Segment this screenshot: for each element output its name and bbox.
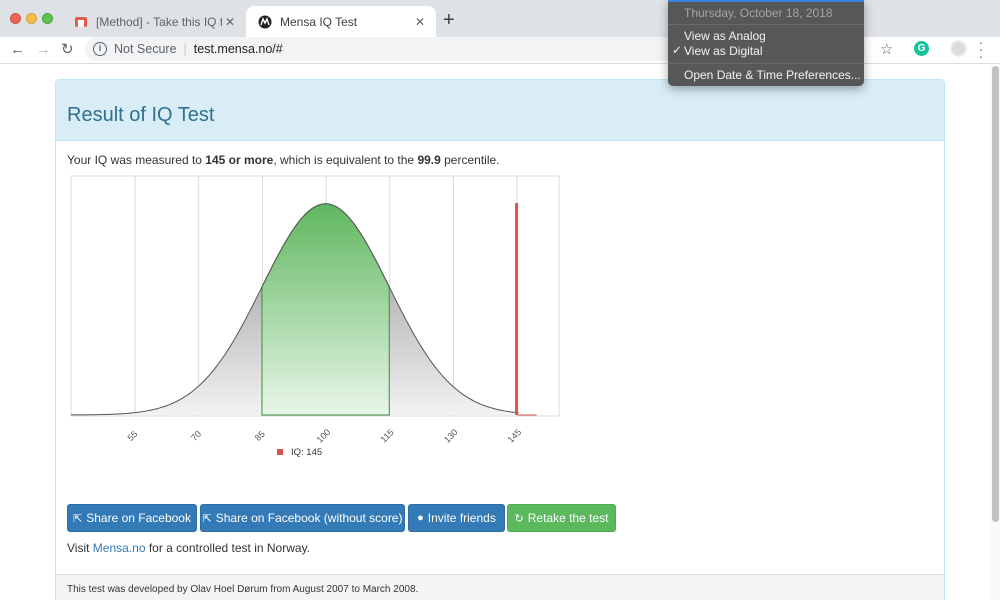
panel-footer: This test was developed by Olav Hoel Dør… xyxy=(56,574,944,600)
share-facebook-noscore-button[interactable]: ⇱ Share on Facebook (without score) xyxy=(200,504,405,532)
result-prefix: Your IQ was measured to xyxy=(67,153,206,167)
browser-menu-icon[interactable]: · · · xyxy=(978,35,984,63)
minimize-window-button[interactable] xyxy=(26,13,37,24)
omnibox-separator: | xyxy=(183,42,187,56)
share-icon: ⇱ xyxy=(202,512,212,525)
invite-friends-label: Invite friends xyxy=(427,511,496,525)
tab-title: [Method] - Take this IQ test an xyxy=(96,14,222,29)
x-tick-label: 145 xyxy=(506,427,524,445)
visit-prefix: Visit xyxy=(67,541,93,555)
x-tick-label: 55 xyxy=(125,429,139,443)
iq-marker-bar xyxy=(515,203,519,415)
percentile-value: 99.9 xyxy=(417,153,441,167)
menu-item-date-time-preferences[interactable]: Open Date & Time Preferences... xyxy=(684,68,861,82)
user-icon: ● xyxy=(417,512,424,524)
iq-distribution-chart: 55 70 85 100 115 130 145 IQ: 145 xyxy=(70,175,560,458)
tab-mensa[interactable]: Mensa IQ Test ✕ xyxy=(246,6,436,37)
zoom-window-button[interactable] xyxy=(42,13,53,24)
refresh-icon: ↻ xyxy=(514,512,524,525)
tab-method[interactable]: [Method] - Take this IQ test an ✕ xyxy=(62,6,246,37)
share-facebook-label: Share on Facebook xyxy=(86,511,191,525)
share-facebook-button[interactable]: ⇱ Share on Facebook xyxy=(67,504,197,532)
profile-avatar[interactable] xyxy=(950,40,967,57)
grammarly-extension-icon[interactable]: G xyxy=(914,41,929,56)
mensa-favicon-icon xyxy=(258,15,272,29)
result-summary: Your IQ was measured to 145 or more, whi… xyxy=(67,153,500,167)
footer-credit: This test was developed by Olav Hoel Dør… xyxy=(67,584,419,595)
legend-swatch xyxy=(277,449,283,455)
url-text[interactable]: test.mensa.no/# xyxy=(194,42,283,56)
visit-suffix: for a controlled test in Norway. xyxy=(145,541,311,555)
result-suffix: percentile. xyxy=(440,153,500,167)
tab-title: Mensa IQ Test xyxy=(280,14,358,29)
menu-item-view-digital[interactable]: View as Digital xyxy=(684,44,762,58)
retake-test-label: Retake the test xyxy=(527,511,609,525)
close-tab-icon[interactable]: ✕ xyxy=(412,15,428,29)
mensa-link[interactable]: Mensa.no xyxy=(93,541,146,555)
close-tab-icon[interactable]: ✕ xyxy=(222,15,238,29)
retake-test-button[interactable]: ↻ Retake the test xyxy=(507,504,616,532)
iq-score: 145 or more xyxy=(205,153,274,167)
share-icon: ⇱ xyxy=(73,512,83,525)
page-title: Result of IQ Test xyxy=(67,104,215,126)
x-tick-label: 100 xyxy=(315,427,333,445)
forward-icon[interactable]: → xyxy=(36,40,51,60)
invite-friends-button[interactable]: ● Invite friends xyxy=(408,504,505,532)
legend-label: IQ: 145 xyxy=(291,447,322,458)
x-tick-label: 115 xyxy=(379,427,396,444)
new-tab-button[interactable]: + xyxy=(443,9,455,31)
checkmark-icon: ✓ xyxy=(672,43,683,57)
security-label[interactable]: Not Secure xyxy=(114,42,177,56)
close-window-button[interactable] xyxy=(10,13,21,24)
page-scroll-thumb[interactable] xyxy=(992,66,999,522)
x-tick-label: 130 xyxy=(442,427,460,445)
clock-menu-date: Thursday, October 18, 2018 xyxy=(684,6,833,20)
clock-menu: Thursday, October 18, 2018 ✓ View as Ana… xyxy=(668,0,864,86)
menu-separator xyxy=(668,63,864,64)
result-panel: Result of IQ Test Your IQ was measured t… xyxy=(55,79,945,600)
method-favicon-icon xyxy=(74,15,88,29)
visit-text: Visit Mensa.no for a controlled test in … xyxy=(67,541,310,555)
x-tick-label: 70 xyxy=(189,429,203,443)
menu-highlight-bar xyxy=(668,0,864,2)
x-tick-label: 85 xyxy=(253,429,267,443)
share-facebook-noscore-label: Share on Facebook (without score) xyxy=(215,511,403,525)
menu-separator xyxy=(668,24,864,25)
reload-icon[interactable]: ↻ xyxy=(61,40,74,60)
menu-item-view-analog[interactable]: View as Analog xyxy=(684,29,766,43)
info-icon[interactable]: i xyxy=(93,42,107,56)
back-icon[interactable]: ← xyxy=(10,40,25,60)
bookmark-star-icon[interactable]: ☆ xyxy=(880,40,893,58)
result-middle: , which is equivalent to the xyxy=(273,153,418,167)
